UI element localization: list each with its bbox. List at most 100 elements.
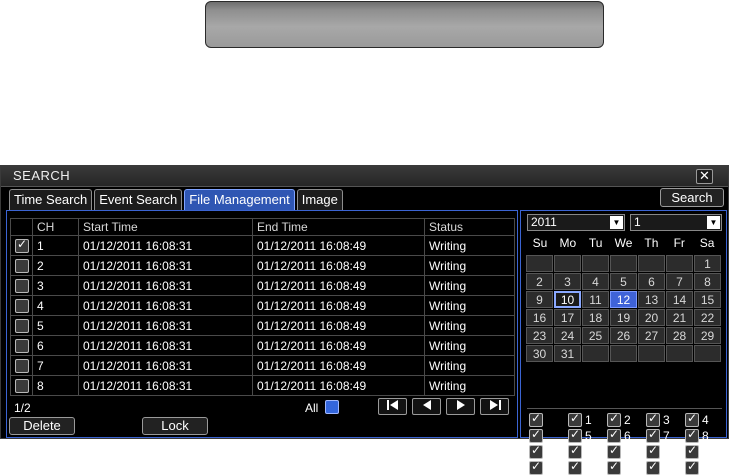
- tab-image[interactable]: Image: [296, 189, 343, 210]
- channel-row-checkbox[interactable]: [529, 459, 543, 475]
- lock-button[interactable]: Lock: [142, 417, 208, 435]
- tab-event-search[interactable]: Event Search: [94, 189, 183, 210]
- table-row[interactable]: 3 01/12/2011 16:08:31 01/12/2011 16:08:49 W…: [10, 275, 515, 296]
- calendar-day[interactable]: 24: [554, 327, 581, 344]
- row-checkbox[interactable]: [15, 338, 29, 353]
- calendar-day[interactable]: 28: [666, 327, 693, 344]
- channel-checkbox[interactable]: [607, 459, 621, 475]
- channel-checkbox[interactable]: [685, 411, 699, 427]
- month-select[interactable]: 1 ▼: [630, 214, 722, 231]
- calendar-day[interactable]: 23: [526, 327, 553, 344]
- channel-checkbox-item[interactable]: 8: [685, 427, 724, 444]
- channel-checkbox-item[interactable]: 16: [685, 459, 724, 476]
- select-all-checkbox[interactable]: [325, 400, 339, 414]
- channel-checkbox-item[interactable]: 15: [646, 459, 685, 476]
- channel-row-checkbox[interactable]: [529, 411, 543, 427]
- calendar-day[interactable]: 10: [554, 291, 581, 308]
- calendar-day[interactable]: 13: [638, 291, 665, 308]
- calendar-day[interactable]: 9: [526, 291, 553, 308]
- table-row[interactable]: 2 01/12/2011 16:08:31 01/12/2011 16:08:49 W…: [10, 255, 515, 276]
- row-checkbox[interactable]: [15, 258, 29, 273]
- channel-checkbox[interactable]: [607, 443, 621, 459]
- table-row[interactable]: 6 01/12/2011 16:08:31 01/12/2011 16:08:49 W…: [10, 335, 515, 356]
- calendar-day[interactable]: 15: [694, 291, 721, 308]
- calendar-day[interactable]: 4: [582, 273, 609, 290]
- channel-row-toggle[interactable]: [529, 459, 568, 476]
- channel-checkbox-item[interactable]: 6: [607, 427, 646, 444]
- channel-checkbox-item[interactable]: 14: [607, 459, 646, 476]
- channel-checkbox-item[interactable]: 9: [568, 443, 607, 460]
- channel-row-toggle[interactable]: [529, 411, 568, 428]
- channel-checkbox[interactable]: [568, 427, 582, 443]
- calendar-day[interactable]: 30: [526, 345, 553, 362]
- search-button[interactable]: Search: [660, 188, 724, 207]
- table-row[interactable]: 4 01/12/2011 16:08:31 01/12/2011 16:08:49 W…: [10, 295, 515, 316]
- tab-file-management[interactable]: File Management: [184, 189, 295, 210]
- channel-checkbox[interactable]: [568, 443, 582, 459]
- channel-checkbox[interactable]: [568, 411, 582, 427]
- calendar-day[interactable]: 22: [694, 309, 721, 326]
- channel-checkbox-item[interactable]: 2: [607, 411, 646, 428]
- channel-row-toggle[interactable]: [529, 443, 568, 460]
- calendar-day[interactable]: 3: [554, 273, 581, 290]
- calendar-day[interactable]: 14: [666, 291, 693, 308]
- calendar-day[interactable]: 1: [694, 255, 721, 272]
- table-row[interactable]: 8 01/12/2011 16:08:31 01/12/2011 16:08:49 W…: [10, 375, 515, 396]
- channel-checkbox-item[interactable]: 12: [685, 443, 724, 460]
- channel-row-checkbox[interactable]: [529, 443, 543, 459]
- calendar-day[interactable]: 29: [694, 327, 721, 344]
- table-row[interactable]: 7 01/12/2011 16:08:31 01/12/2011 16:08:49 W…: [10, 355, 515, 376]
- close-button[interactable]: ✕: [696, 169, 713, 184]
- calendar-day[interactable]: 6: [638, 273, 665, 290]
- delete-button[interactable]: Delete: [9, 417, 75, 435]
- table-row[interactable]: 101/12/2011 16:08:3101/12/2011 16:08:49W…: [10, 235, 515, 256]
- channel-checkbox[interactable]: [685, 427, 699, 443]
- calendar-day[interactable]: 18: [582, 309, 609, 326]
- last-page-button[interactable]: [480, 398, 509, 415]
- channel-checkbox[interactable]: [607, 411, 621, 427]
- calendar-day[interactable]: 8: [694, 273, 721, 290]
- calendar-day[interactable]: 27: [638, 327, 665, 344]
- table-row[interactable]: 5 01/12/2011 16:08:31 01/12/2011 16:08:49 W…: [10, 315, 515, 336]
- channel-checkbox-item[interactable]: 13: [568, 459, 607, 476]
- row-checkbox[interactable]: [15, 358, 29, 373]
- channel-checkbox-item[interactable]: 5: [568, 427, 607, 444]
- calendar-day[interactable]: 26: [610, 327, 637, 344]
- row-checkbox[interactable]: [15, 298, 29, 313]
- calendar-day[interactable]: 12: [610, 291, 637, 308]
- channel-checkbox[interactable]: [646, 427, 660, 443]
- calendar-day[interactable]: 21: [666, 309, 693, 326]
- calendar-day[interactable]: 5: [610, 273, 637, 290]
- row-checkbox[interactable]: [15, 378, 29, 393]
- calendar-day[interactable]: 11: [582, 291, 609, 308]
- channel-row-toggle[interactable]: [529, 427, 568, 444]
- prev-page-button[interactable]: [412, 398, 441, 415]
- channel-checkbox-item[interactable]: 4: [685, 411, 724, 428]
- calendar-day[interactable]: 2: [526, 273, 553, 290]
- calendar-day[interactable]: 17: [554, 309, 581, 326]
- first-page-button[interactable]: [378, 398, 407, 415]
- row-checkbox[interactable]: [15, 278, 29, 293]
- channel-checkbox-item[interactable]: 11: [646, 443, 685, 460]
- channel-checkbox-item[interactable]: 7: [646, 427, 685, 444]
- channel-checkbox[interactable]: [646, 443, 660, 459]
- channel-checkbox[interactable]: [685, 459, 699, 475]
- channel-checkbox[interactable]: [568, 459, 582, 475]
- channel-checkbox-item[interactable]: 10: [607, 443, 646, 460]
- row-checkbox[interactable]: [15, 237, 29, 253]
- channel-checkbox-item[interactable]: 1: [568, 411, 607, 428]
- year-select[interactable]: 2011 ▼: [527, 214, 625, 231]
- channel-row-checkbox[interactable]: [529, 427, 543, 443]
- row-checkbox[interactable]: [15, 318, 29, 333]
- calendar-day[interactable]: 16: [526, 309, 553, 326]
- calendar-day[interactable]: 25: [582, 327, 609, 344]
- channel-checkbox[interactable]: [646, 459, 660, 475]
- calendar-day[interactable]: 20: [638, 309, 665, 326]
- channel-checkbox[interactable]: [607, 427, 621, 443]
- next-page-button[interactable]: [446, 398, 475, 415]
- calendar-day[interactable]: 31: [554, 345, 581, 362]
- calendar-day[interactable]: 7: [666, 273, 693, 290]
- channel-checkbox-item[interactable]: 3: [646, 411, 685, 428]
- channel-checkbox[interactable]: [646, 411, 660, 427]
- channel-checkbox[interactable]: [685, 443, 699, 459]
